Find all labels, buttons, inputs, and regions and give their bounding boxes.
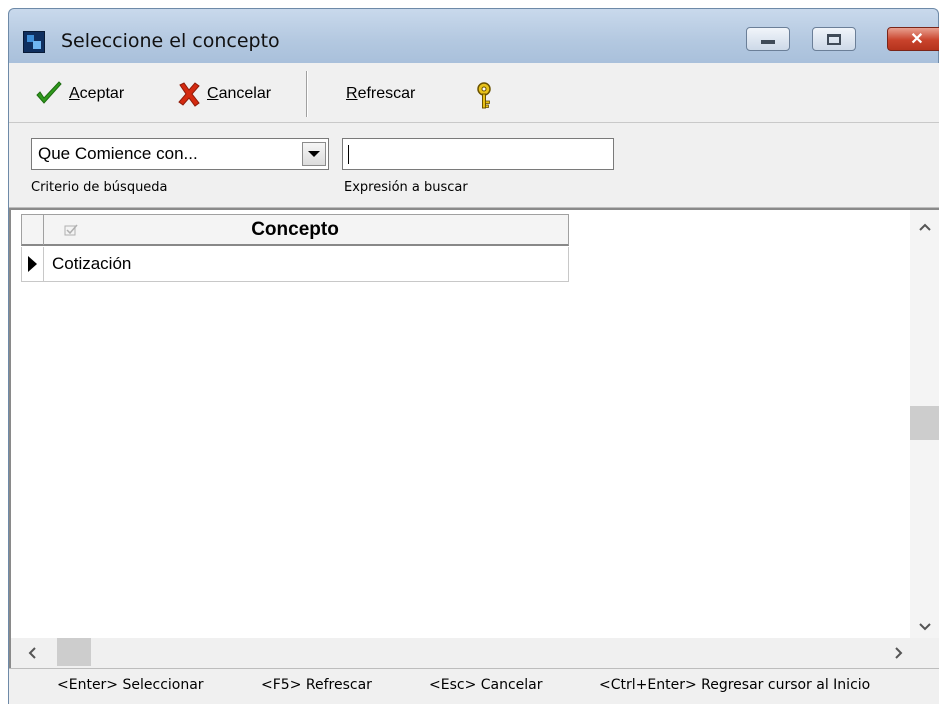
hint-f5: <F5> Refrescar [261, 677, 372, 693]
title-bar[interactable]: Seleccione el concepto ✕ [8, 8, 939, 63]
search-panel: Que Comience con... Criterio de búsqueda… [9, 124, 939, 208]
scroll-down-icon[interactable] [918, 620, 932, 634]
text-caret [348, 145, 349, 164]
hint-enter: <Enter> Seleccionar [57, 677, 204, 693]
scroll-right-icon[interactable] [892, 646, 906, 660]
x-icon [178, 82, 200, 107]
results-grid[interactable]: Concepto Cotización [9, 208, 939, 668]
hint-ctrl-enter: <Ctrl+Enter> Regresar cursor al Inicio [599, 677, 871, 693]
app-icon [23, 31, 45, 53]
row-cell-concepto[interactable]: Cotización [52, 254, 131, 274]
toolbar-separator [306, 71, 308, 117]
criteria-dropdown[interactable]: Que Comience con... [31, 138, 329, 170]
cancel-label: Cancelar [207, 85, 272, 102]
criteria-value: Que Comience con... [38, 144, 198, 163]
hint-esc: <Esc> Cancelar [429, 677, 543, 693]
vertical-scroll-thumb[interactable] [910, 406, 939, 440]
toolbar: Aceptar Cancelar Refrescar [9, 63, 939, 123]
cancel-button[interactable]: Cancelar [177, 79, 271, 109]
help-key-icon[interactable] [473, 81, 495, 111]
scroll-up-icon[interactable] [918, 220, 932, 234]
scrollbar-corner [910, 638, 939, 668]
accept-label: Aceptar [69, 85, 125, 102]
horizontal-scrollbar[interactable] [11, 638, 912, 668]
refresh-button[interactable]: Refrescar [346, 79, 415, 109]
row-pointer-icon [22, 247, 44, 281]
close-icon: ✕ [910, 31, 924, 48]
criteria-label: Criterio de búsqueda [31, 180, 168, 195]
maximize-icon [827, 33, 841, 45]
check-icon [36, 81, 62, 104]
close-button[interactable]: ✕ [887, 27, 939, 51]
grid-header: Concepto [21, 214, 569, 246]
accept-button[interactable]: Aceptar [35, 79, 124, 109]
minimize-button[interactable] [746, 27, 790, 51]
window-title: Seleccione el concepto [61, 30, 280, 52]
refresh-label: Refrescar [346, 85, 416, 102]
table-row[interactable]: Cotización [21, 247, 569, 282]
minimize-icon [761, 40, 775, 44]
maximize-button[interactable] [812, 27, 856, 51]
chevron-down-icon[interactable] [302, 142, 326, 166]
status-bar: <Enter> Seleccionar <F5> Refrescar <Esc>… [9, 668, 939, 704]
search-input[interactable] [342, 138, 614, 170]
window-body: Aceptar Cancelar Refrescar Que Comience … [8, 63, 939, 704]
column-header-concepto[interactable]: Concepto [22, 219, 568, 241]
expression-label: Expresión a buscar [344, 180, 468, 195]
vertical-scrollbar[interactable] [910, 210, 939, 638]
horizontal-scroll-thumb[interactable] [57, 638, 91, 666]
scroll-left-icon[interactable] [25, 646, 39, 660]
